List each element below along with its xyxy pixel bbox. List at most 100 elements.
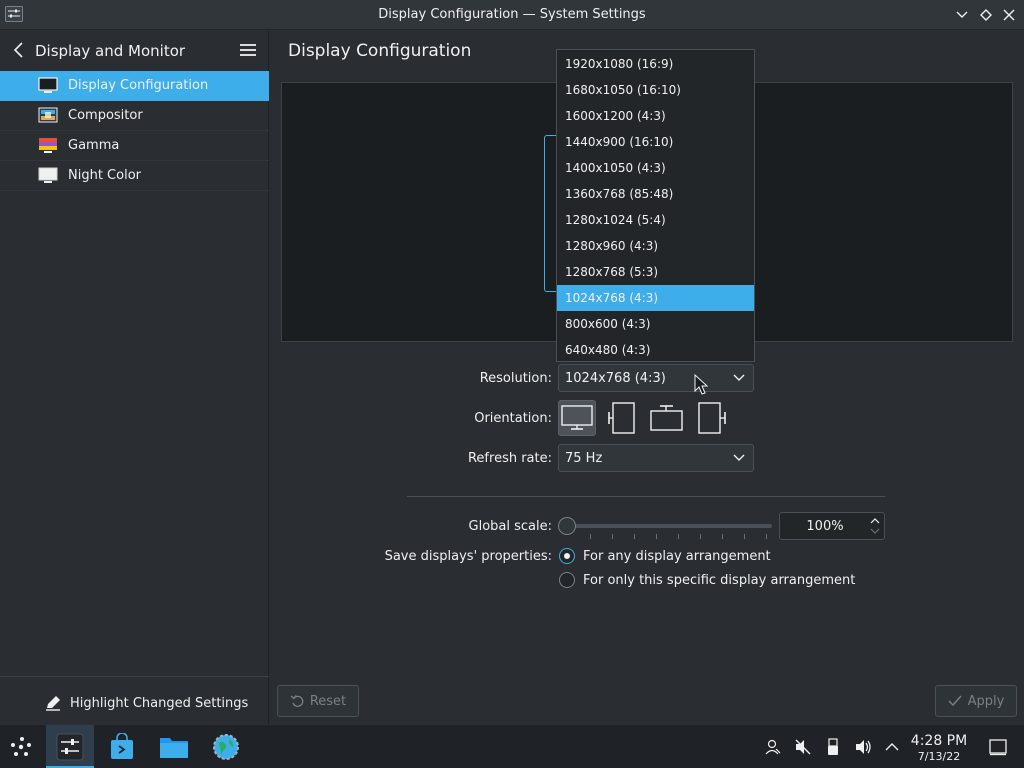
global-scale-value: 100% — [806, 519, 844, 534]
back-arrow-icon[interactable] — [10, 41, 26, 59]
radio-specific-arrangement[interactable] — [559, 572, 575, 588]
radio-any-arrangement-label[interactable]: For any display arrangement — [583, 549, 771, 564]
resolution-combobox[interactable]: 1024x768 (4:3) — [558, 364, 754, 392]
landscape-monitor-icon — [561, 405, 593, 430]
web-browser-icon — [213, 734, 239, 760]
dropdown-option[interactable]: 1280x960 (4:3) — [557, 233, 754, 259]
slider-tick — [634, 534, 635, 539]
orientation-label: Orientation: — [474, 411, 552, 426]
orientation-portrait-right-button[interactable] — [693, 400, 731, 436]
slider-tick — [678, 534, 679, 539]
apply-label: Apply — [967, 693, 1005, 709]
usb-device-icon[interactable] — [824, 738, 842, 756]
compositor-icon — [38, 107, 58, 123]
orientation-portrait-left-button[interactable] — [603, 400, 641, 436]
sidebar-item-night-color[interactable]: Night Color — [0, 161, 269, 191]
dropdown-option[interactable]: 1400x1050 (4:3) — [557, 155, 754, 181]
slider-tick — [766, 534, 767, 539]
refresh-rate-value: 75 Hz — [565, 451, 603, 466]
global-scale-slider-handle[interactable] — [558, 517, 576, 535]
system-settings-app-icon — [56, 733, 84, 761]
show-desktop-icon[interactable] — [989, 738, 1007, 756]
slider-tick — [700, 534, 701, 539]
night-color-icon — [38, 167, 58, 183]
sidebar-item-display-configuration[interactable]: Display Configuration — [0, 71, 269, 101]
sidebar-item-label: Gamma — [68, 138, 120, 153]
dropdown-option[interactable]: 1360x768 (85:48) — [557, 181, 754, 207]
gamma-icon — [39, 138, 57, 153]
chevron-down-icon — [733, 454, 745, 461]
highlight-changed-settings-button[interactable]: Highlight Changed Settings — [44, 693, 248, 713]
hamburger-menu-icon[interactable] — [239, 42, 257, 58]
pencil-icon — [46, 696, 60, 711]
monitor-icon — [38, 77, 58, 93]
inverted-monitor-icon — [650, 405, 683, 431]
dropdown-option[interactable]: 1280x768 (5:3) — [557, 259, 754, 285]
slider-tick — [722, 534, 723, 539]
orientation-inverted-button[interactable] — [648, 400, 686, 436]
radio-any-arrangement[interactable] — [559, 548, 575, 564]
taskbar-file-manager[interactable] — [150, 725, 198, 768]
maximize-icon[interactable] — [977, 6, 995, 24]
orientation-landscape-button[interactable] — [558, 400, 596, 436]
audio-muted-icon[interactable] — [794, 738, 812, 756]
sidebar-item-label: Night Color — [68, 168, 141, 183]
mouse-pointer-icon — [694, 374, 708, 395]
folder-icon — [160, 738, 188, 758]
steam-deck-launcher-icon — [11, 737, 31, 756]
global-scale-slider-track[interactable] — [566, 524, 772, 528]
undo-icon — [290, 695, 304, 707]
dropdown-option[interactable]: 1680x1050 (16:10) — [557, 77, 754, 103]
portrait-right-monitor-icon — [698, 402, 726, 434]
clock-date[interactable]: 7/13/22 — [908, 750, 970, 763]
radio-specific-arrangement-label[interactable]: For only this specific display arrangeme… — [583, 573, 855, 588]
application-launcher[interactable] — [0, 725, 48, 768]
taskbar-system-settings[interactable] — [46, 725, 94, 768]
slider-tick — [744, 534, 745, 539]
title-bar: Display Configuration — System Settings — [0, 0, 1024, 30]
dropdown-option[interactable]: 1600x1200 (4:3) — [557, 103, 754, 129]
sidebar-title: Display and Monitor — [35, 42, 186, 60]
resolution-dropdown-list: 1920x1080 (16:9) 1680x1050 (16:10) 1600x… — [556, 49, 755, 362]
checkmark-icon — [948, 695, 962, 707]
close-icon[interactable] — [1000, 6, 1018, 24]
slider-tick — [590, 534, 591, 539]
page-title: Display Configuration — [288, 41, 472, 61]
sidebar-item-compositor[interactable]: Compositor — [0, 101, 269, 131]
chevron-down-icon — [733, 374, 745, 381]
volume-icon[interactable] — [854, 738, 872, 756]
dropdown-option[interactable]: 1440x900 (16:10) — [557, 129, 754, 155]
slider-tick — [612, 534, 613, 539]
dropdown-option-selected[interactable]: 1024x768 (4:3) — [557, 285, 754, 311]
reset-label: Reset — [309, 693, 347, 709]
sidebar-item-label: Display Configuration — [68, 78, 209, 93]
user-status-icon[interactable] — [764, 738, 782, 756]
discover-store-icon — [111, 733, 133, 759]
global-scale-spinbox[interactable]: 100% — [779, 512, 885, 540]
taskbar-web-browser[interactable] — [202, 725, 250, 768]
resolution-value: 1024x768 (4:3) — [565, 371, 666, 386]
separator — [407, 496, 885, 497]
sidebar: Display and Monitor Display Configuratio… — [0, 31, 269, 724]
dropdown-option[interactable]: 640x480 (4:3) — [557, 337, 754, 363]
dropdown-option[interactable]: 1920x1080 (16:9) — [557, 51, 754, 77]
dropdown-option[interactable]: 800x600 (4:3) — [557, 311, 754, 337]
reset-button[interactable]: Reset — [277, 685, 359, 717]
portrait-left-monitor-icon — [608, 402, 635, 434]
sidebar-item-gamma[interactable]: Gamma — [0, 131, 269, 161]
sidebar-header: Display and Monitor — [0, 31, 269, 70]
clock-time[interactable]: 4:28 PM — [908, 733, 970, 749]
highlight-changed-settings-label: Highlight Changed Settings — [70, 695, 249, 711]
refresh-rate-combobox[interactable]: 75 Hz — [558, 444, 754, 472]
minimize-icon[interactable] — [953, 6, 971, 24]
sidebar-footer: Highlight Changed Settings — [0, 676, 269, 724]
apply-button[interactable]: Apply — [935, 685, 1017, 717]
dropdown-option[interactable]: 1280x1024 (5:4) — [557, 207, 754, 233]
chevron-up-icon[interactable] — [883, 738, 901, 756]
taskbar-discover[interactable] — [98, 725, 146, 768]
resolution-label: Resolution: — [479, 371, 552, 386]
sidebar-list: Display Configuration Compositor Gamma N… — [0, 71, 269, 191]
spin-arrows-icon[interactable] — [869, 516, 881, 536]
save-properties-label: Save displays' properties: — [384, 549, 552, 564]
sidebar-item-label: Compositor — [68, 108, 143, 123]
